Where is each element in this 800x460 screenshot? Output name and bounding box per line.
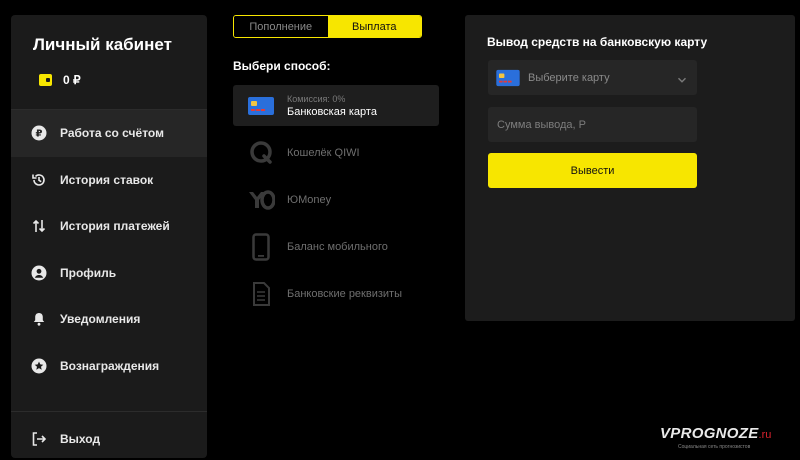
star-badge-icon	[31, 358, 47, 374]
sidebar-divider	[11, 411, 207, 412]
svg-text:₽: ₽	[36, 129, 43, 140]
user-icon	[31, 265, 47, 281]
tab-deposit[interactable]: Пополнение	[234, 16, 328, 37]
method-yumoney[interactable]: ЮMoney	[233, 176, 439, 223]
sidebar-item-label: Профиль	[60, 265, 117, 280]
sidebar-item-account[interactable]: ₽ Работа со счётом	[11, 110, 207, 157]
sidebar-item-profile[interactable]: Профиль	[11, 250, 207, 297]
balance-value: 0 ₽	[63, 73, 81, 87]
watermark-subtitle: Социальная сеть прогнозистов	[678, 444, 751, 450]
mobile-phone-icon	[247, 232, 275, 261]
method-name: Банковские реквизиты	[287, 287, 402, 300]
method-name: Кошелёк QIWI	[287, 146, 360, 159]
sidebar-item-rewards[interactable]: Вознаграждения	[11, 343, 207, 390]
watermark-main: VPROGNOZE	[660, 425, 759, 442]
method-qiwi[interactable]: Кошелёк QIWI	[233, 129, 439, 176]
method-mobile[interactable]: Баланс мобильного	[233, 223, 439, 270]
method-text: Кошелёк QIWI	[287, 147, 360, 159]
sidebar-item-label: История платежей	[60, 219, 170, 234]
card-select[interactable]: Выберите карту	[488, 60, 697, 95]
sidebar-item-label: Работа со счётом	[60, 126, 164, 141]
method-name: Банковская карта	[287, 105, 377, 118]
logout-label: Выход	[60, 432, 101, 446]
logout-button[interactable]: Выход	[11, 420, 207, 458]
method-name: ЮMoney	[287, 193, 332, 206]
method-text: Комиссия: 0% Банковская карта	[287, 94, 377, 118]
sidebar-item-payment-history[interactable]: История платежей	[11, 203, 207, 250]
qiwi-icon	[247, 139, 275, 167]
sidebar-item-bet-history[interactable]: История ставок	[11, 157, 207, 204]
chevron-down-icon	[677, 72, 687, 90]
method-commission: Комиссия: 0%	[287, 93, 346, 104]
bell-icon	[31, 311, 47, 327]
method-bank-details[interactable]: Банковские реквизиты	[233, 270, 439, 317]
balance: 0 ₽	[39, 73, 81, 87]
watermark: VPROGNOZE.ru Социальная сеть прогнозисто…	[660, 425, 771, 450]
transfer-arrows-icon	[31, 218, 47, 234]
sidebar: Личный кабинет 0 ₽ ₽ Работа со счётом Ис…	[11, 15, 207, 458]
choose-method-label: Выбери способ:	[233, 59, 331, 73]
sidebar-item-notifications[interactable]: Уведомления	[11, 296, 207, 343]
document-icon	[247, 280, 275, 308]
sidebar-nav: ₽ Работа со счётом История ставок Истори…	[11, 110, 207, 389]
method-text: ЮMoney	[287, 194, 331, 206]
card-select-placeholder: Выберите карту	[528, 71, 610, 84]
withdraw-panel: Вывод средств на банковскую карту Выбери…	[465, 15, 795, 321]
sidebar-item-label: История ставок	[60, 172, 154, 187]
sidebar-item-label: Вознаграждения	[60, 358, 160, 373]
wallet-icon	[39, 74, 52, 86]
method-name: Баланс мобильного	[287, 240, 388, 253]
amount-input[interactable]	[488, 107, 697, 142]
sidebar-title: Личный кабинет	[33, 35, 172, 54]
method-text: Банковские реквизиты	[287, 288, 402, 300]
logout-icon	[31, 431, 47, 447]
payment-tabs: Пополнение Выплата	[233, 15, 422, 38]
bank-card-icon	[247, 92, 275, 120]
panel-title: Вывод средств на банковскую карту	[487, 35, 708, 49]
method-bank-card[interactable]: Комиссия: 0% Банковская карта	[233, 85, 439, 126]
bank-card-icon	[495, 69, 521, 87]
yumoney-icon	[247, 186, 275, 214]
watermark-logo: VPROGNOZE.ru	[660, 425, 771, 443]
history-icon	[31, 172, 47, 188]
sidebar-item-label: Уведомления	[60, 312, 141, 327]
method-text: Баланс мобильного	[287, 241, 388, 253]
method-list: Комиссия: 0% Банковская карта Кошелёк QI…	[233, 85, 439, 317]
watermark-domain: .ru	[758, 429, 772, 441]
tab-withdraw[interactable]: Выплата	[327, 16, 421, 37]
withdraw-button[interactable]: Вывести	[488, 153, 697, 188]
ruble-icon: ₽	[31, 125, 47, 141]
